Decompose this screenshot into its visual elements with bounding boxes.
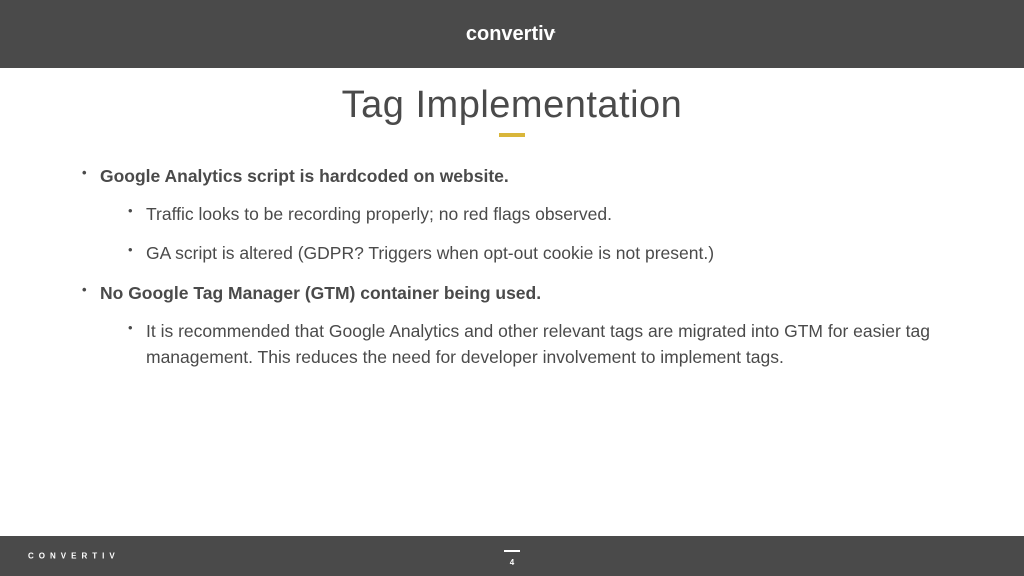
bullet-item: No Google Tag Manager (GTM) container be… <box>82 280 976 371</box>
bullet-list: Google Analytics script is hardcoded on … <box>48 163 976 371</box>
logo: convertiv. <box>466 23 558 46</box>
bullet-item: Google Analytics script is hardcoded on … <box>82 163 976 266</box>
sub-bullet-item: Traffic looks to be recording properly; … <box>128 201 976 227</box>
header-bar: convertiv. <box>0 0 1024 68</box>
sub-bullet-item: GA script is altered (GDPR? Triggers whe… <box>128 240 976 266</box>
title-underline <box>499 133 525 137</box>
bullet-text: Google Analytics script is hardcoded on … <box>100 166 509 186</box>
sub-bullet-item: It is recommended that Google Analytics … <box>128 318 976 371</box>
slide: convertiv. Tag Implementation Google Ana… <box>0 0 1024 576</box>
logo-text: convertiv <box>466 23 555 45</box>
sub-bullet-list: It is recommended that Google Analytics … <box>100 318 976 371</box>
content-area: Tag Implementation Google Analytics scri… <box>0 68 1024 536</box>
footer-bar: CONVERTIV 4 <box>0 536 1024 576</box>
footer-divider <box>504 550 520 552</box>
slide-title: Tag Implementation <box>48 84 976 127</box>
footer-brand: CONVERTIV <box>28 552 120 561</box>
page-number: 4 <box>510 558 514 567</box>
logo-dot: . <box>553 22 556 36</box>
bullet-text: No Google Tag Manager (GTM) container be… <box>100 283 541 303</box>
sub-bullet-list: Traffic looks to be recording properly; … <box>100 201 976 266</box>
